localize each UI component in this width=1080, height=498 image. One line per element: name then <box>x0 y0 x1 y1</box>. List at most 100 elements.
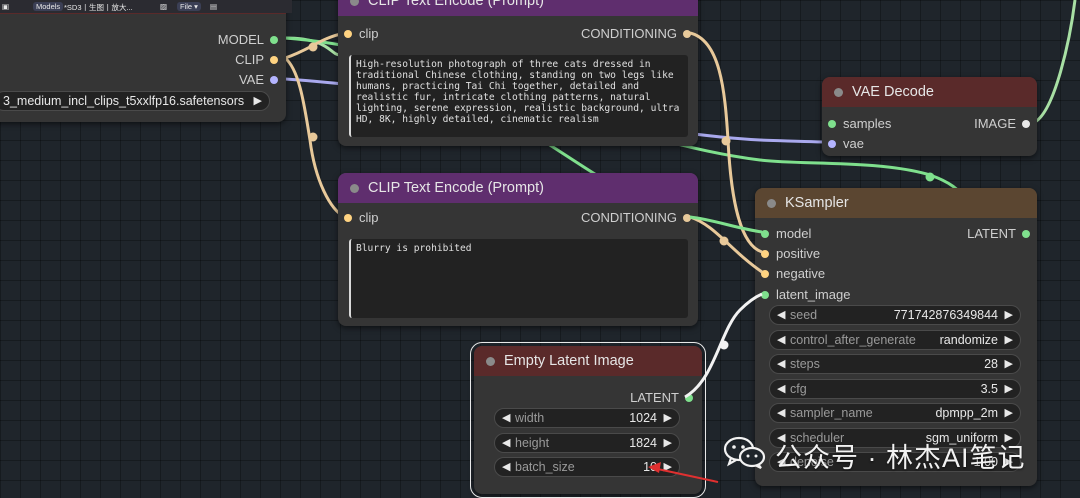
top-toolbar: ▣ Models *SD3丨生图丨放大... ▨ File ▾ ▤ <box>0 0 292 13</box>
models-menu[interactable]: Models <box>33 2 64 11</box>
clip-negative-title-bar[interactable]: CLIP Text Encode (Prompt) <box>338 173 698 203</box>
collapse-dot-icon[interactable] <box>486 357 495 366</box>
input-model[interactable]: model <box>761 226 851 242</box>
widget-label: height <box>515 436 550 450</box>
increment-arrow[interactable]: ▶ <box>1005 333 1013 346</box>
input-latent-image[interactable]: latent_image <box>761 287 881 303</box>
watermark-text: 公众号 · 林杰AI笔记 <box>775 443 1026 473</box>
height-widget[interactable]: ◀ height 1824 ▶ <box>494 433 680 453</box>
clip-positive-title: CLIP Text Encode (Prompt) <box>368 0 544 9</box>
input-negative[interactable]: negative <box>761 266 851 282</box>
checkpoint-loader-node[interactable]: heck MODEL CLIP VAE 3_medium_incl_clips_… <box>0 0 286 122</box>
input-negative-dot[interactable] <box>761 270 769 278</box>
clip-positive-title-bar[interactable]: CLIP Text Encode (Prompt) <box>338 0 698 16</box>
output-latent[interactable]: LATENT <box>613 390 693 406</box>
sampler-name-widget[interactable]: ◀ sampler_name dpmpp_2m ▶ <box>769 403 1021 423</box>
collapse-dot-icon[interactable] <box>350 0 359 6</box>
output-model[interactable]: MODEL <box>198 32 278 48</box>
output-latent[interactable]: LATENT <box>950 226 1030 242</box>
input-clip[interactable]: clip <box>344 26 404 42</box>
decrement-arrow[interactable]: ◀ <box>777 382 785 395</box>
save-icon[interactable]: ▤ <box>210 2 217 11</box>
input-positive-dot[interactable] <box>761 250 769 258</box>
input-vae[interactable]: vae <box>828 136 918 152</box>
input-samples[interactable]: samples <box>828 116 918 132</box>
increment-arrow[interactable]: ▶ <box>1005 357 1013 370</box>
collapse-dot-icon[interactable] <box>350 184 359 193</box>
output-vae-label: VAE <box>238 72 264 87</box>
widget-value: 28 <box>984 357 998 371</box>
output-latent-label: LATENT <box>630 390 679 405</box>
file-menu[interactable]: File ▾ <box>177 2 201 11</box>
input-model-dot[interactable] <box>761 230 769 238</box>
increment-arrow[interactable]: ▶ <box>664 411 672 424</box>
output-clip[interactable]: CLIP <box>198 52 278 68</box>
output-clip-dot[interactable] <box>270 56 278 64</box>
decrement-arrow[interactable]: ◀ <box>777 333 785 346</box>
input-clip-dot[interactable] <box>344 30 352 38</box>
output-model-dot[interactable] <box>270 36 278 44</box>
wechat-icon <box>723 436 766 469</box>
increment-arrow[interactable]: ▶ <box>1005 308 1013 321</box>
clip-text-encode-positive-node[interactable]: CLIP Text Encode (Prompt) clip CONDITION… <box>338 0 698 146</box>
output-model-label: MODEL <box>217 32 264 47</box>
input-clip-dot[interactable] <box>344 214 352 222</box>
output-image-dot[interactable] <box>1022 120 1030 128</box>
prompt-textarea[interactable]: High-resolution photograph of three cats… <box>349 55 688 137</box>
widget-value: dpmpp_2m <box>935 406 998 420</box>
input-clip-label: clip <box>359 210 379 225</box>
decrement-arrow[interactable]: ◀ <box>502 436 510 449</box>
cfg-widget[interactable]: ◀ cfg 3.5 ▶ <box>769 379 1021 399</box>
input-clip[interactable]: clip <box>344 210 404 226</box>
seed-widget[interactable]: ◀ seed 771742876349844 ▶ <box>769 305 1021 325</box>
batch-size-widget[interactable]: ◀ batch_size 10 ▶ <box>494 457 680 477</box>
increment-arrow[interactable]: ▶ <box>664 436 672 449</box>
image-icon[interactable]: ▨ <box>160 2 167 11</box>
output-vae-dot[interactable] <box>270 76 278 84</box>
vae-decode-title-bar[interactable]: VAE Decode <box>822 77 1037 107</box>
control-after-generate-widget[interactable]: ◀ control_after_generate randomize ▶ <box>769 330 1021 350</box>
input-latent-image-dot[interactable] <box>761 291 769 299</box>
clip-text-encode-negative-node[interactable]: CLIP Text Encode (Prompt) clip CONDITION… <box>338 173 698 326</box>
image-icon[interactable]: ▣ <box>2 2 9 11</box>
increment-arrow[interactable]: ▶ <box>1005 406 1013 419</box>
ckpt-next-arrow[interactable]: ▶ <box>254 94 262 107</box>
collapse-dot-icon[interactable] <box>834 88 843 97</box>
ckpt-name-widget[interactable]: 3_medium_incl_clips_t5xxlfp16.safetensor… <box>0 91 270 111</box>
width-widget[interactable]: ◀ width 1024 ▶ <box>494 408 680 428</box>
increment-arrow[interactable]: ▶ <box>1005 382 1013 395</box>
widget-value: 1824 <box>629 436 657 450</box>
output-latent-dot[interactable] <box>685 394 693 402</box>
output-latent-dot[interactable] <box>1022 230 1030 238</box>
empty-latent-title-bar[interactable]: Empty Latent Image <box>474 346 702 376</box>
widget-label: control_after_generate <box>790 333 916 347</box>
widget-value: randomize <box>939 333 998 347</box>
input-positive[interactable]: positive <box>761 246 851 262</box>
workflow-tab[interactable]: *SD3丨生图丨放大... <box>64 2 133 13</box>
output-image[interactable]: IMAGE <box>950 116 1030 132</box>
output-conditioning[interactable]: CONDITIONING <box>571 210 691 226</box>
decrement-arrow[interactable]: ◀ <box>502 460 510 473</box>
widget-label: sampler_name <box>790 406 873 420</box>
ksampler-title-bar[interactable]: KSampler <box>755 188 1037 218</box>
vae-decode-node[interactable]: VAE Decode samples vae IMAGE <box>822 77 1037 156</box>
file-label: File <box>180 2 193 11</box>
steps-widget[interactable]: ◀ steps 28 ▶ <box>769 354 1021 374</box>
decrement-arrow[interactable]: ◀ <box>777 406 785 419</box>
output-vae[interactable]: VAE <box>198 72 278 88</box>
input-samples-dot[interactable] <box>828 120 836 128</box>
prompt-textarea[interactable]: Blurry is prohibited <box>349 239 688 318</box>
decrement-arrow[interactable]: ◀ <box>777 308 785 321</box>
decrement-arrow[interactable]: ◀ <box>777 357 785 370</box>
decrement-arrow[interactable]: ◀ <box>502 411 510 424</box>
output-conditioning-dot[interactable] <box>683 30 691 38</box>
ckpt-name-value: 3_medium_incl_clips_t5xxlfp16.safetensor… <box>3 94 245 108</box>
input-negative-label: negative <box>776 266 826 281</box>
input-vae-dot[interactable] <box>828 140 836 148</box>
increment-arrow[interactable]: ▶ <box>664 460 672 473</box>
output-conditioning-dot[interactable] <box>683 214 691 222</box>
output-conditioning[interactable]: CONDITIONING <box>571 26 691 42</box>
collapse-dot-icon[interactable] <box>767 199 776 208</box>
empty-latent-image-node[interactable]: Empty Latent Image LATENT ◀ width 1024 ▶… <box>470 342 706 498</box>
output-clip-label: CLIP <box>235 52 264 67</box>
